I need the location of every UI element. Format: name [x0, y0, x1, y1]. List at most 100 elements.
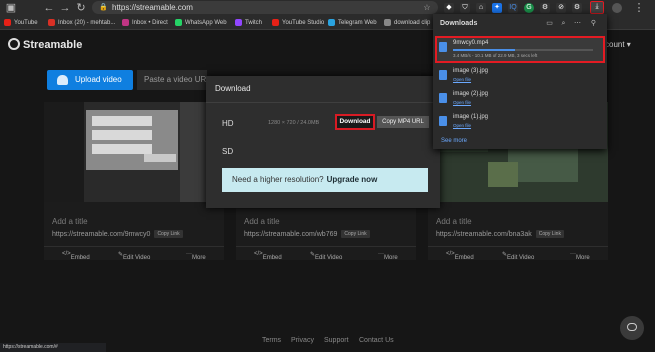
puzzle-icon[interactable]: ⚙ — [572, 3, 582, 13]
paste-url-input[interactable]: Paste a video URL — [137, 70, 207, 90]
file-icon — [439, 42, 447, 52]
chat-bubble-icon — [627, 323, 637, 331]
download-button[interactable]: Download — [335, 114, 375, 130]
footer-link-support[interactable]: Support — [324, 337, 349, 344]
bookmark-youtube[interactable]: YouTube — [4, 18, 38, 28]
download-item[interactable]: 9mwcy0.mp4 3.4 MB/s - 10.1 MB of 22.9 MB… — [439, 40, 599, 62]
video-url[interactable]: https://streamable.com/9mwcy0 — [52, 231, 150, 238]
extension-icon[interactable]: ⊘ — [556, 3, 566, 13]
video-card: Add a title https://streamable.com/9mwcy… — [44, 102, 224, 261]
forward-icon[interactable]: → — [58, 1, 72, 15]
card-title[interactable]: Add a title — [52, 217, 88, 226]
address-bar[interactable]: 🔒 https://streamable.com — [92, 1, 438, 14]
tab-strip-icon[interactable]: ▣ — [4, 1, 18, 15]
grammarly-icon[interactable]: G — [524, 3, 534, 13]
download-progress-fill — [453, 49, 515, 51]
card-link: https://streamable.com/wb769 Copy Link — [244, 230, 370, 238]
cloud-upload-icon — [57, 75, 68, 85]
lock-icon: 🔒 — [99, 4, 108, 11]
download-item[interactable]: image (1).jpg Open file — [439, 114, 599, 136]
reload-icon[interactable]: ↻ — [74, 1, 88, 15]
copy-mp4-url-button[interactable]: Copy MP4 URL — [377, 116, 429, 128]
open-file-link[interactable]: Open file — [453, 123, 471, 128]
search-icon[interactable]: ⌕ — [559, 19, 568, 28]
sd-label: SD — [222, 147, 234, 156]
more-button[interactable]: ··· More — [570, 251, 590, 261]
instagram-icon — [122, 18, 129, 26]
streamable-logo[interactable]: Streamable — [8, 38, 82, 51]
bookmark-star-icon[interactable]: ☆ — [420, 1, 434, 15]
gmail-icon — [48, 18, 55, 26]
footer-link-privacy[interactable]: Privacy — [291, 337, 314, 344]
more-button[interactable]: ··· More — [378, 251, 398, 261]
extension-icon[interactable]: IQ — [508, 3, 518, 13]
modal-title: Download — [215, 84, 251, 93]
bookmark-youtube-studio[interactable]: YouTube Studio — [272, 18, 324, 28]
embed-button[interactable]: </> Embed — [62, 251, 90, 261]
open-file-link[interactable]: Open file — [453, 77, 471, 82]
pin-icon[interactable]: ⚲ — [589, 19, 598, 28]
file-name: image (3).jpg — [453, 68, 489, 74]
status-bar: https://streamable.com/# — [0, 343, 106, 352]
copy-link-button[interactable]: Copy Link — [341, 230, 370, 238]
more-button[interactable]: ··· More — [186, 251, 206, 261]
upload-video-button[interactable]: Upload video — [47, 70, 133, 90]
see-more-link[interactable]: See more — [441, 138, 467, 144]
footer-link-contact[interactable]: Contact Us — [359, 337, 394, 344]
account-menu[interactable]: count ▾ — [605, 40, 631, 49]
hd-resolution-info: 1280 × 720 / 24.0MB — [268, 120, 320, 126]
profile-avatar[interactable] — [612, 3, 622, 13]
file-icon — [439, 93, 447, 103]
bookmark-inbox[interactable]: Inbox (20) - mehtab... — [48, 18, 115, 28]
extension-icon[interactable]: ⌂ — [476, 3, 486, 13]
youtube-studio-icon — [272, 18, 279, 26]
bookmark-twitch[interactable]: Twitch — [235, 18, 262, 28]
video-url[interactable]: https://streamable.com/bna3ak — [436, 231, 532, 238]
embed-button[interactable]: </> Embed — [254, 251, 282, 261]
extension-icon[interactable]: ⚙ — [540, 3, 550, 13]
card-actions: </> Embed ✎ Edit Video ··· More — [236, 246, 416, 261]
shield-icon[interactable]: ⛉ — [460, 3, 470, 13]
more-options-icon[interactable]: ⋯ — [573, 19, 582, 28]
download-item[interactable]: image (3).jpg Open file — [439, 68, 599, 90]
extension-icon[interactable]: ✦ — [492, 3, 502, 13]
card-link: https://streamable.com/9mwcy0 Copy Link — [52, 230, 183, 238]
upgrade-banner: Need a higher resolution? Upgrade now — [222, 168, 428, 192]
open-file-link[interactable]: Open file — [453, 100, 471, 105]
bookmark-whatsapp[interactable]: WhatsApp Web — [175, 18, 227, 28]
video-thumbnail[interactable] — [44, 102, 224, 202]
edit-video-button[interactable]: ✎ Edit Video — [118, 251, 150, 261]
edit-video-button[interactable]: ✎ Edit Video — [310, 251, 342, 261]
copy-link-button[interactable]: Copy Link — [535, 230, 564, 238]
more-menu-icon[interactable]: ⋮ — [632, 1, 646, 15]
back-icon[interactable]: ← — [42, 1, 56, 15]
card-link: https://streamable.com/bna3ak Copy Link — [436, 230, 564, 238]
video-url[interactable]: https://streamable.com/wb769 — [244, 231, 337, 238]
edit-video-button[interactable]: ✎ Edit Video — [502, 251, 534, 261]
url-text: https://streamable.com — [112, 3, 193, 12]
copy-link-button[interactable]: Copy Link — [154, 230, 183, 238]
extension-icon[interactable]: ◆ — [444, 3, 454, 13]
bookmark-telegram[interactable]: Telegram Web — [328, 18, 377, 28]
divider — [206, 102, 440, 103]
download-item[interactable]: image (2).jpg Open file — [439, 91, 599, 113]
folder-icon[interactable]: ▭ — [545, 19, 554, 28]
chat-button[interactable] — [620, 316, 644, 340]
bookmark-download-clip[interactable]: download clip — [384, 18, 430, 28]
file-name: image (2).jpg — [453, 91, 489, 97]
downloads-icon[interactable]: ⤓ — [590, 1, 604, 14]
upgrade-now-link[interactable]: Upgrade now — [327, 175, 378, 184]
file-icon — [439, 116, 447, 126]
hd-label: HD — [222, 119, 234, 128]
footer-link-terms[interactable]: Terms — [262, 337, 281, 344]
card-title[interactable]: Add a title — [244, 217, 280, 226]
telegram-icon — [328, 18, 335, 26]
twitch-icon — [235, 18, 242, 26]
bookmark-inbox-direct[interactable]: Inbox • Direct — [122, 18, 168, 28]
thumbnail-preview — [44, 102, 224, 202]
file-icon — [439, 70, 447, 80]
file-name: 9mwcy0.mp4 — [453, 40, 489, 46]
embed-button[interactable]: </> Embed — [446, 251, 474, 261]
download-modal: Download HD 1280 × 720 / 24.0MB Download… — [206, 76, 440, 208]
card-title[interactable]: Add a title — [436, 217, 472, 226]
